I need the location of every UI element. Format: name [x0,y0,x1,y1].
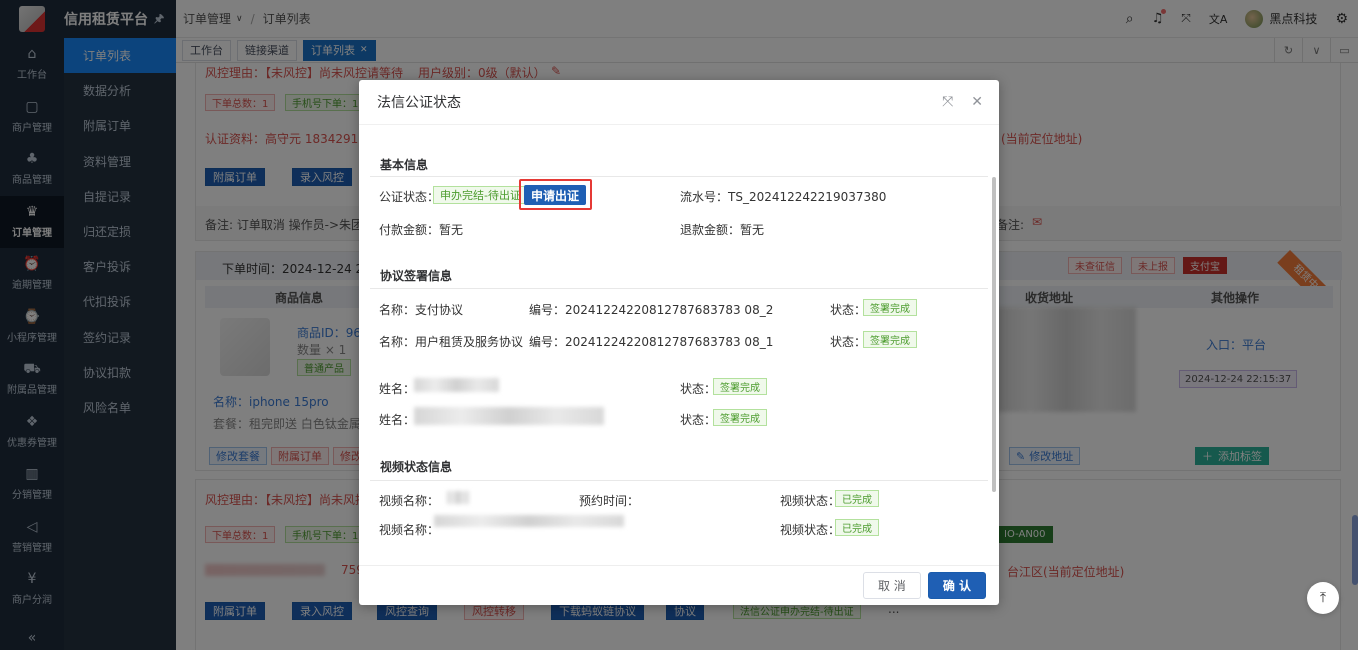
serial-label: 流水号：TS_202412242219037380 [680,188,886,205]
notary-status-badge: 申办完结-待出证 [433,186,528,204]
maximize-icon[interactable]: ⤧ [942,94,953,110]
highlight-box [519,179,592,210]
video-name-label: 视频名称： [379,523,440,537]
value: 支付协议 [415,303,464,317]
close-icon[interactable]: ✕ [971,94,983,110]
serial-label-text: 流水号： [680,190,729,204]
appoint-time-label: 预约时间： [579,494,640,508]
section-agreement-title: 协议签署信息 [380,269,453,283]
cancel-button[interactable]: 取 消 [862,572,921,599]
signer-name-label: 姓名： [379,382,416,396]
signer-name-label: 姓名： [379,413,416,427]
label: 编号： [529,335,566,349]
label: 状态： [830,303,867,317]
agreement-no: 编号：20241224220812787683783 08_1 [529,333,773,350]
section-basic-title: 基本信息 [380,158,429,172]
signer-status-label: 状态： [680,413,717,427]
label: 编号： [529,303,566,317]
agreement-name: 名称：用户租赁及服务协议 [379,333,523,350]
agreement-name: 名称：支付协议 [379,301,463,318]
signer-status-badge: 签署完成 [713,378,767,395]
notary-status-label: 公证状态： [379,190,440,204]
video-status-label: 视频状态： [780,494,841,508]
video-name-blurred [434,515,624,527]
agreement-status-badge: 签署完成 [863,299,917,316]
agreement-no: 编号：20241224220812787683783 08_2 [529,301,773,318]
video-status-badge: 已完成 [835,519,879,536]
pay-value: 暂无 [439,223,464,237]
pay-label: 付款金额： [379,223,440,237]
signer-status-label: 状态： [680,382,717,396]
confirm-button[interactable]: 确 认 [927,572,986,599]
refund-value: 暂无 [740,223,765,237]
dialog-body: 基本信息 公证状态： 申办完结-待出证 申请出证 流水号：TS_20241224… [359,125,999,565]
value: 20241224220812787683783 08_1 [565,335,774,349]
label: 名称： [379,303,416,317]
refund-amount: 退款金额：暂无 [680,221,764,238]
label: 状态： [830,335,867,349]
dialog-header: 法信公证状态 ⤧ ✕ [359,80,999,125]
agreement-status: 状态： [830,333,866,350]
signer-status-badge: 签署完成 [713,409,767,426]
label: 名称： [379,335,416,349]
pay-amount: 付款金额：暂无 [379,221,463,238]
agreement-status-badge: 签署完成 [863,331,917,348]
notary-status-dialog: 法信公证状态 ⤧ ✕ 基本信息 公证状态： 申办完结-待出证 申请出证 流水号：… [359,80,999,605]
dialog-title: 法信公证状态 [377,95,461,111]
serial-value: TS_202412242219037380 [728,190,887,204]
value: 20241224220812787683783 08_2 [565,303,774,317]
back-to-top-icon[interactable]: ⤒ [1307,582,1339,614]
section-video-title: 视频状态信息 [380,460,453,474]
signer-name-blurred [414,407,604,425]
video-status-badge: 已完成 [835,490,879,507]
refund-label: 退款金额： [680,223,741,237]
video-name-blurred [447,491,469,504]
dialog-scrollbar[interactable] [992,177,996,492]
agreement-status: 状态： [830,301,866,318]
video-status-label: 视频状态： [780,523,841,537]
signer-name-blurred [414,378,499,392]
value: 用户租赁及服务协议 [415,335,524,349]
dialog-footer: 取 消 确 认 [359,565,999,605]
video-name-label: 视频名称： [379,494,440,508]
